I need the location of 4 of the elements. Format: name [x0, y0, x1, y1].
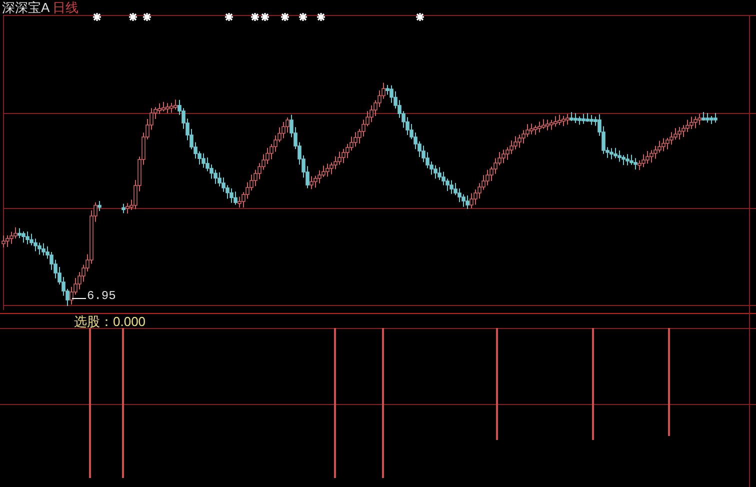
stock-name: 深深宝A	[2, 0, 50, 15]
indicator-value: 选股：0.000	[74, 315, 146, 329]
period-label: 日线	[52, 0, 79, 15]
low-price-label: 6.95	[87, 290, 116, 303]
